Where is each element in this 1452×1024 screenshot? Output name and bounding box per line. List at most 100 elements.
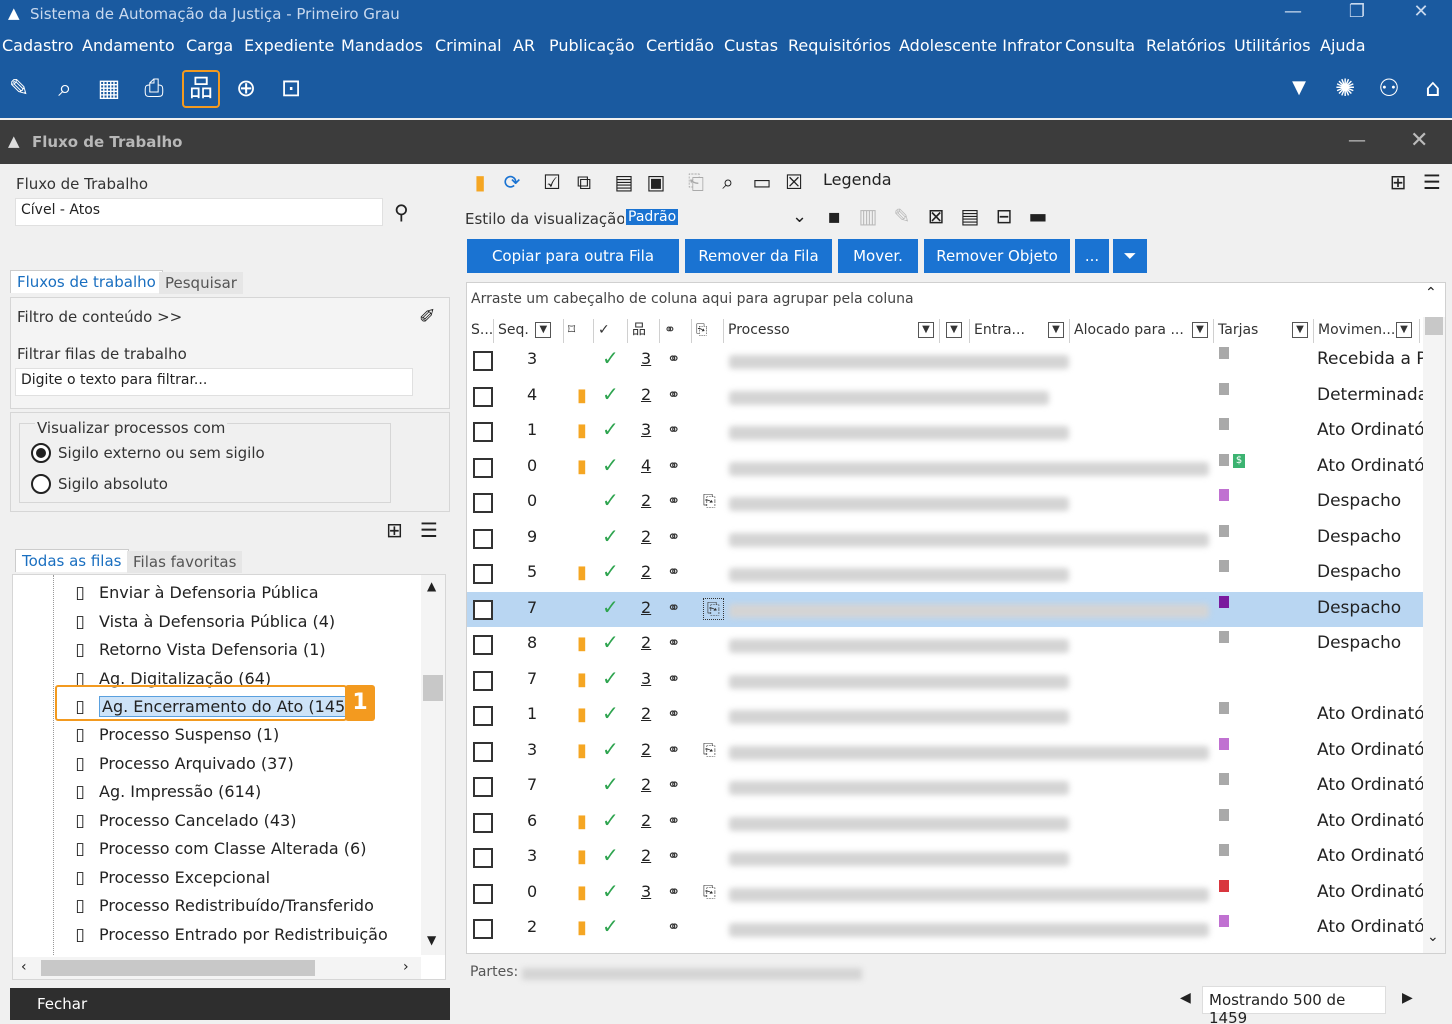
row-checkbox[interactable] — [473, 599, 493, 620]
queue-item[interactable]: ▯ Processo Suspenso (1) — [71, 725, 279, 753]
copy-icon[interactable]: ⧉ — [570, 168, 598, 196]
row-checkbox[interactable] — [473, 777, 493, 797]
column-header-alocado[interactable]: Alocado para ... ▼ — [1070, 319, 1214, 343]
menu-carga[interactable]: Carga — [186, 36, 233, 55]
row-count-link[interactable]: 2 — [641, 846, 651, 865]
table-row[interactable]: 3 ▮ ✓ 2 ⚭ ⎘ Ato Ordinató — [467, 734, 1423, 769]
column-header-processo[interactable]: Processo ▼ — [724, 319, 940, 343]
copiar-para-outra-fila-button[interactable]: Copiar para outra Fila — [467, 239, 679, 273]
column-header-tree[interactable]: 品 — [628, 319, 660, 343]
mover-button[interactable]: Mover. — [838, 239, 918, 273]
tab-filas-favoritas[interactable]: Filas favoritas — [127, 551, 243, 573]
row-checkbox[interactable] — [473, 848, 493, 868]
document-icon[interactable]: ⎘ — [703, 740, 716, 760]
scroll-down-icon[interactable]: ⌄ — [1427, 929, 1439, 945]
row-checkbox[interactable] — [473, 528, 493, 549]
table-row[interactable]: 1 ▮ ✓ 2 ⚭ Ato Ordinató — [467, 698, 1423, 733]
queue-item[interactable]: ▯ Ag. Impressão (614) — [71, 782, 261, 810]
menu-mandados[interactable]: Mandados — [341, 36, 423, 55]
export-icon[interactable]: ⊟ — [990, 202, 1018, 230]
paste-icon[interactable]: ▤ — [610, 168, 638, 196]
scroll-thumb[interactable] — [423, 675, 443, 701]
loading-icon[interactable]: ✺ — [1326, 70, 1364, 108]
filter-dropdown-icon[interactable]: ▼ — [1292, 322, 1308, 338]
list-view-icon[interactable]: ☰ — [420, 518, 438, 542]
link-icon[interactable]: ⚭ — [667, 420, 680, 439]
scroll-right-icon[interactable]: › — [403, 959, 409, 975]
workflow-icon[interactable]: 品 — [182, 70, 220, 108]
preview-icon[interactable]: ⌕ — [714, 168, 742, 196]
row-count-link[interactable]: 2 — [641, 491, 651, 510]
row-checkbox[interactable] — [473, 919, 493, 939]
link-icon[interactable]: ⚭ — [667, 740, 680, 759]
close-button[interactable]: ✕ — [1398, 0, 1444, 28]
grid-scroll-thumb[interactable] — [1425, 317, 1443, 335]
row-count-link[interactable]: 3 — [641, 882, 651, 901]
row-count-link[interactable]: 3 — [641, 669, 651, 688]
excel-icon[interactable]: ⊠ — [922, 202, 950, 230]
filter-dropdown-icon[interactable]: ▼ — [1048, 322, 1064, 338]
tab-fluxos-de-trabalho[interactable]: Fluxos de trabalho — [10, 270, 163, 293]
radio-sigilo-absoluto[interactable] — [31, 474, 51, 494]
hscroll-thumb[interactable] — [41, 960, 315, 976]
row-checkbox[interactable] — [473, 741, 493, 762]
column-header-flag[interactable]: ⌑ — [564, 319, 594, 343]
link-icon[interactable]: ⚭ — [667, 562, 680, 581]
filter-dropdown-icon[interactable]: ▼ — [1396, 322, 1412, 338]
menu-publicacao[interactable]: Publicação — [549, 36, 635, 55]
menu-criminal[interactable]: Criminal — [435, 36, 502, 55]
refresh-icon[interactable]: ⟳ — [498, 168, 526, 196]
window-minimize-button[interactable]: — — [1348, 130, 1366, 151]
tree-hscrollbar[interactable]: ‹ › — [13, 957, 421, 979]
tree-view-icon[interactable]: ⊞ — [386, 518, 403, 542]
menu-utilitarios[interactable]: Utilitários — [1234, 36, 1311, 55]
tab-pesquisar[interactable]: Pesquisar — [159, 272, 243, 294]
home-icon[interactable]: ⌂ — [1414, 70, 1452, 108]
queue-item[interactable]: ▯ Processo Cancelado (43) — [71, 811, 296, 839]
column-header-entrada[interactable]: Entra... ▼ — [970, 319, 1070, 343]
filter-dropdown-icon[interactable]: ▼ — [918, 322, 934, 338]
queue-item[interactable]: ▯ Retorno Vista Defensoria (1) — [71, 640, 325, 668]
table-row[interactable]: 7 ✓ 2 ⚭ ⎘ Despacho — [467, 591, 1423, 627]
row-count-link[interactable]: 2 — [641, 775, 651, 794]
row-count-link[interactable]: 4 — [641, 456, 651, 475]
table-row[interactable]: 1 ▮ ✓ 3 ⚭ Ato Ordinató — [467, 414, 1423, 449]
link-icon[interactable]: ⚭ — [667, 349, 680, 368]
table-row[interactable]: 7 ▮ ✓ 3 ⚭ — [467, 663, 1423, 698]
document-icon[interactable]: ⎘ — [703, 491, 716, 511]
table-row[interactable]: 9 ✓ 2 ⚭ Despacho — [467, 521, 1423, 556]
table-row[interactable]: 0 ▮ ✓ 3 ⚭ ⎘ Ato Ordinató — [467, 876, 1423, 911]
table-row[interactable]: 0 ▮ ✓ 4 ⚭ Ato Ordinató $ — [467, 450, 1423, 485]
filter-dropdown-icon[interactable]: ▼ — [946, 322, 962, 338]
link-icon[interactable]: ⚭ — [667, 846, 680, 865]
calendar-icon[interactable]: ▦ — [90, 70, 128, 108]
row-count-link[interactable]: 2 — [641, 562, 651, 581]
row-checkbox[interactable] — [473, 812, 493, 833]
table-row[interactable]: 8 ▮ ✓ 2 ⚭ Despacho — [467, 627, 1423, 662]
select-all-icon[interactable]: ☑ — [538, 168, 566, 196]
comment-icon[interactable]: ▭ — [748, 168, 776, 196]
row-checkbox[interactable] — [473, 883, 493, 904]
window-close-button[interactable]: ✕ — [1410, 128, 1428, 153]
filter-input[interactable]: Digite o texto para filtrar... — [15, 368, 413, 396]
link-icon[interactable]: ⚭ — [667, 811, 680, 830]
row-checkbox[interactable] — [473, 493, 493, 513]
link-icon[interactable]: ⚭ — [667, 598, 680, 617]
link-icon[interactable]: ⚭ — [667, 669, 680, 688]
row-checkbox[interactable] — [473, 351, 493, 371]
menu-custas[interactable]: Custas — [724, 36, 778, 55]
queue-item[interactable]: ▯ Processo Excepcional — [71, 868, 270, 896]
link-icon[interactable]: ⚭ — [667, 775, 680, 794]
link-icon[interactable]: ⚭ — [667, 385, 680, 404]
queue-item[interactable]: ▯ Processo com Classe Alterada (6) — [71, 839, 366, 867]
column-header-movimento[interactable]: Movimen... ▼ — [1314, 319, 1420, 343]
link-icon[interactable]: ⚭ — [667, 527, 680, 546]
column-header-seq[interactable]: Seq. ▼ — [494, 319, 564, 343]
fluxo-select[interactable]: Cível - Atos — [15, 198, 383, 226]
fechar-button[interactable]: Fechar — [10, 988, 450, 1020]
report-icon[interactable]: ▤ — [956, 202, 984, 230]
filter-dropdown-button[interactable]: ⏷ — [1113, 239, 1147, 273]
queue-item[interactable]: ▯ Processo Entrado por Redistribuição — [71, 925, 387, 953]
row-count-link[interactable]: 2 — [641, 598, 651, 617]
remove-comment-icon[interactable]: ☒ — [780, 168, 808, 196]
